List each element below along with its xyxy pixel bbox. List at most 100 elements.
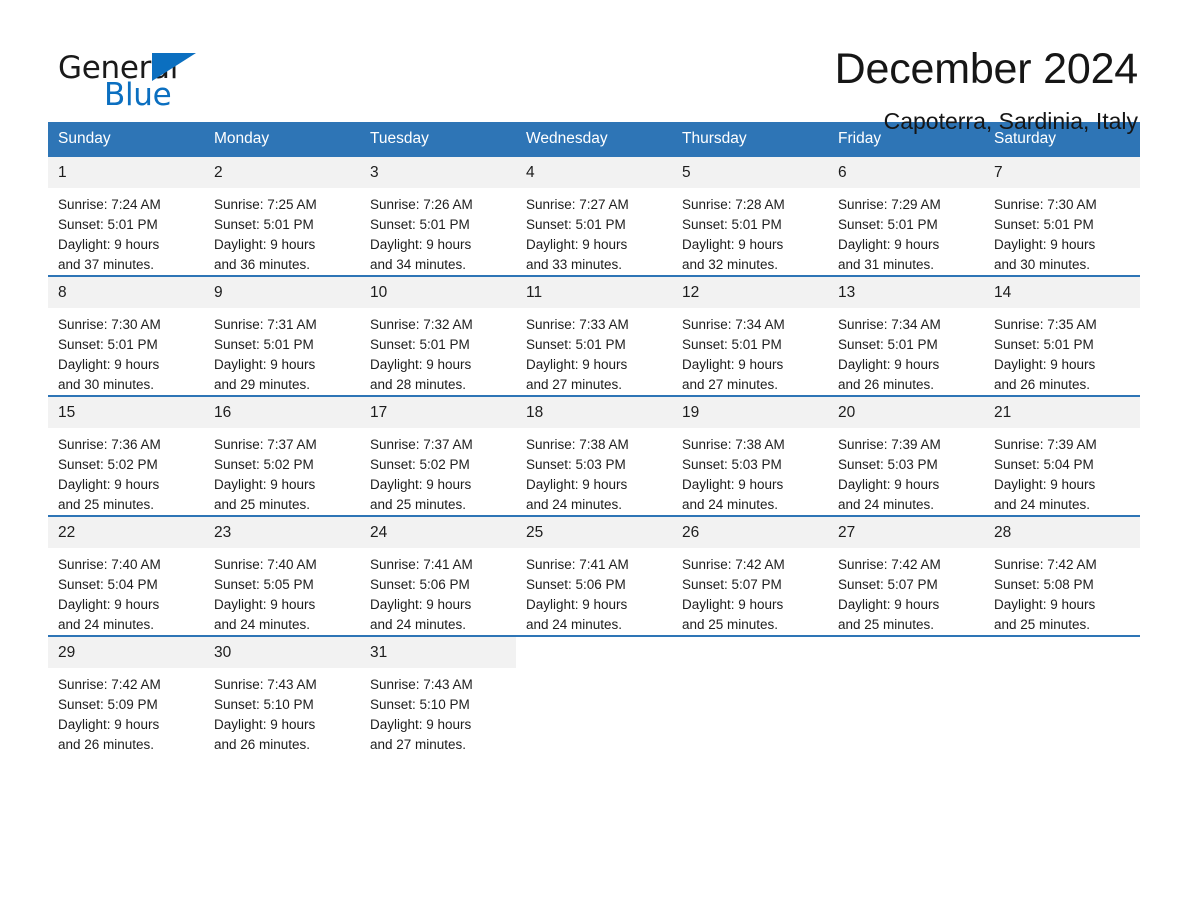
- day-number: [516, 637, 672, 668]
- calendar-day-cell[interactable]: 23 Sunrise: 7:40 AM Sunset: 5:05 PM Dayligh…: [204, 515, 360, 636]
- calendar-day-cell[interactable]: 4 Sunrise: 7:27 AM Sunset: 5:01 PM Daylight…: [516, 157, 672, 276]
- calendar-day-cell[interactable]: 30 Sunrise: 7:43 AM Sunset: 5:10 PM Dayligh…: [204, 635, 360, 755]
- daylight-text-line2: and 30 minutes.: [58, 377, 155, 392]
- daylight-text-line1: Daylight: 9 hours: [838, 477, 940, 492]
- calendar-day-cell[interactable]: 5 Sunrise: 7:28 AM Sunset: 5:01 PM Daylight…: [672, 157, 828, 276]
- day-number: 9: [204, 277, 360, 308]
- day-number: 23: [204, 517, 360, 548]
- generalblue-logo[interactable]: General Blue: [48, 44, 198, 113]
- calendar-day-cell[interactable]: 8 Sunrise: 7:30 AM Sunset: 5:01 PM Daylight…: [48, 275, 204, 396]
- day-number: 20: [828, 397, 984, 428]
- sunrise-text: Sunrise: 7:30 AM: [58, 317, 161, 332]
- calendar-day-cell[interactable]: 16 Sunrise: 7:37 AM Sunset: 5:02 PM Dayligh…: [204, 395, 360, 516]
- calendar-day-cell[interactable]: 10 Sunrise: 7:32 AM Sunset: 5:01 PM Dayligh…: [360, 275, 516, 396]
- calendar-day-cell-empty: [828, 635, 984, 755]
- calendar-day-cell[interactable]: 1 Sunrise: 7:24 AM Sunset: 5:01 PM Daylight…: [48, 157, 204, 276]
- sunset-text: Sunset: 5:07 PM: [838, 577, 938, 592]
- daylight-text-line1: Daylight: 9 hours: [58, 477, 160, 492]
- day-number: 2: [204, 157, 360, 188]
- calendar-day-cell[interactable]: 21 Sunrise: 7:39 AM Sunset: 5:04 PM Dayligh…: [984, 395, 1140, 516]
- calendar-day-cell[interactable]: 15 Sunrise: 7:36 AM Sunset: 5:02 PM Dayligh…: [48, 395, 204, 516]
- sunset-text: Sunset: 5:06 PM: [370, 577, 470, 592]
- day-number: 19: [672, 397, 828, 428]
- day-details: Sunrise: 7:38 AM Sunset: 5:03 PM Daylight:…: [516, 428, 672, 515]
- day-details: Sunrise: 7:42 AM Sunset: 5:07 PM Daylight:…: [672, 548, 828, 635]
- calendar-page: General Blue December 2024 Capoterra, Sa…: [0, 0, 1188, 918]
- day-number: 6: [828, 157, 984, 188]
- sunrise-text: Sunrise: 7:41 AM: [526, 557, 629, 572]
- calendar-day-cell[interactable]: 12 Sunrise: 7:34 AM Sunset: 5:01 PM Dayligh…: [672, 275, 828, 396]
- calendar-day-cell[interactable]: 29 Sunrise: 7:42 AM Sunset: 5:09 PM Dayligh…: [48, 635, 204, 755]
- day-details: Sunrise: 7:39 AM Sunset: 5:04 PM Daylight:…: [984, 428, 1140, 515]
- sunrise-text: Sunrise: 7:25 AM: [214, 197, 317, 212]
- daylight-text-line2: and 24 minutes.: [682, 497, 779, 512]
- sunset-text: Sunset: 5:09 PM: [58, 697, 158, 712]
- calendar-day-cell[interactable]: 27 Sunrise: 7:42 AM Sunset: 5:07 PM Dayligh…: [828, 515, 984, 636]
- sunrise-text: Sunrise: 7:40 AM: [214, 557, 317, 572]
- daylight-text-line1: Daylight: 9 hours: [526, 477, 628, 492]
- sunset-text: Sunset: 5:01 PM: [682, 337, 782, 352]
- calendar-day-cell[interactable]: 24 Sunrise: 7:41 AM Sunset: 5:06 PM Dayligh…: [360, 515, 516, 636]
- daylight-text-line1: Daylight: 9 hours: [58, 357, 160, 372]
- calendar-day-cell[interactable]: 7 Sunrise: 7:30 AM Sunset: 5:01 PM Daylight…: [984, 157, 1140, 276]
- day-details: Sunrise: 7:25 AM Sunset: 5:01 PM Daylight:…: [204, 188, 360, 275]
- day-number: 3: [360, 157, 516, 188]
- daylight-text-line2: and 24 minutes.: [58, 617, 155, 632]
- calendar-day-cell[interactable]: 31 Sunrise: 7:43 AM Sunset: 5:10 PM Dayligh…: [360, 635, 516, 755]
- logo-text-blue: Blue: [104, 77, 172, 113]
- sunrise-text: Sunrise: 7:40 AM: [58, 557, 161, 572]
- sunset-text: Sunset: 5:05 PM: [214, 577, 314, 592]
- day-details: Sunrise: 7:35 AM Sunset: 5:01 PM Daylight:…: [984, 308, 1140, 395]
- calendar-day-cell[interactable]: 14 Sunrise: 7:35 AM Sunset: 5:01 PM Dayligh…: [984, 275, 1140, 396]
- daylight-text-line1: Daylight: 9 hours: [682, 597, 784, 612]
- day-details: Sunrise: 7:36 AM Sunset: 5:02 PM Daylight:…: [48, 428, 204, 515]
- day-number: [984, 637, 1140, 668]
- day-details: Sunrise: 7:30 AM Sunset: 5:01 PM Daylight:…: [984, 188, 1140, 275]
- daylight-text-line1: Daylight: 9 hours: [682, 237, 784, 252]
- daylight-text-line1: Daylight: 9 hours: [994, 477, 1096, 492]
- calendar-day-cell[interactable]: 19 Sunrise: 7:38 AM Sunset: 5:03 PM Dayligh…: [672, 395, 828, 516]
- calendar-day-cell[interactable]: 28 Sunrise: 7:42 AM Sunset: 5:08 PM Dayligh…: [984, 515, 1140, 636]
- daylight-text-line1: Daylight: 9 hours: [214, 477, 316, 492]
- sunset-text: Sunset: 5:02 PM: [370, 457, 470, 472]
- daylight-text-line2: and 24 minutes.: [214, 617, 311, 632]
- sunset-text: Sunset: 5:03 PM: [838, 457, 938, 472]
- calendar-day-cell[interactable]: 11 Sunrise: 7:33 AM Sunset: 5:01 PM Dayligh…: [516, 275, 672, 396]
- calendar-day-cell[interactable]: 26 Sunrise: 7:42 AM Sunset: 5:07 PM Dayligh…: [672, 515, 828, 636]
- day-number: 17: [360, 397, 516, 428]
- daylight-text-line2: and 25 minutes.: [214, 497, 311, 512]
- sunset-text: Sunset: 5:01 PM: [994, 217, 1094, 232]
- daylight-text-line1: Daylight: 9 hours: [370, 237, 472, 252]
- day-number: 15: [48, 397, 204, 428]
- calendar-day-cell[interactable]: 9 Sunrise: 7:31 AM Sunset: 5:01 PM Daylight…: [204, 275, 360, 396]
- calendar-day-cell[interactable]: 2 Sunrise: 7:25 AM Sunset: 5:01 PM Daylight…: [204, 157, 360, 276]
- day-number: 7: [984, 157, 1140, 188]
- calendar-day-cell[interactable]: 20 Sunrise: 7:39 AM Sunset: 5:03 PM Dayligh…: [828, 395, 984, 516]
- day-details: Sunrise: 7:37 AM Sunset: 5:02 PM Daylight:…: [204, 428, 360, 515]
- daylight-text-line1: Daylight: 9 hours: [994, 597, 1096, 612]
- day-number: 5: [672, 157, 828, 188]
- sunrise-text: Sunrise: 7:31 AM: [214, 317, 317, 332]
- calendar-week-row: 1 Sunrise: 7:24 AM Sunset: 5:01 PM Daylight…: [48, 157, 1140, 276]
- day-details: Sunrise: 7:42 AM Sunset: 5:09 PM Daylight:…: [48, 668, 204, 755]
- sunset-text: Sunset: 5:08 PM: [994, 577, 1094, 592]
- day-details: Sunrise: 7:42 AM Sunset: 5:07 PM Daylight:…: [828, 548, 984, 635]
- calendar-day-cell[interactable]: 3 Sunrise: 7:26 AM Sunset: 5:01 PM Daylight…: [360, 157, 516, 276]
- sunrise-text: Sunrise: 7:39 AM: [994, 437, 1097, 452]
- calendar-day-cell[interactable]: 6 Sunrise: 7:29 AM Sunset: 5:01 PM Daylight…: [828, 157, 984, 276]
- daylight-text-line2: and 24 minutes.: [370, 617, 467, 632]
- calendar-day-cell[interactable]: 25 Sunrise: 7:41 AM Sunset: 5:06 PM Dayligh…: [516, 515, 672, 636]
- calendar-day-cell[interactable]: 18 Sunrise: 7:38 AM Sunset: 5:03 PM Dayligh…: [516, 395, 672, 516]
- calendar-day-cell[interactable]: 17 Sunrise: 7:37 AM Sunset: 5:02 PM Dayligh…: [360, 395, 516, 516]
- day-number: 25: [516, 517, 672, 548]
- day-number: 14: [984, 277, 1140, 308]
- daylight-text-line1: Daylight: 9 hours: [58, 717, 160, 732]
- daylight-text-line1: Daylight: 9 hours: [214, 717, 316, 732]
- day-details: Sunrise: 7:24 AM Sunset: 5:01 PM Daylight:…: [48, 188, 204, 275]
- sunset-text: Sunset: 5:02 PM: [58, 457, 158, 472]
- daylight-text-line2: and 26 minutes.: [994, 377, 1091, 392]
- daylight-text-line1: Daylight: 9 hours: [214, 237, 316, 252]
- calendar-day-cell[interactable]: 13 Sunrise: 7:34 AM Sunset: 5:01 PM Dayligh…: [828, 275, 984, 396]
- daylight-text-line1: Daylight: 9 hours: [214, 597, 316, 612]
- calendar-day-cell[interactable]: 22 Sunrise: 7:40 AM Sunset: 5:04 PM Dayligh…: [48, 515, 204, 636]
